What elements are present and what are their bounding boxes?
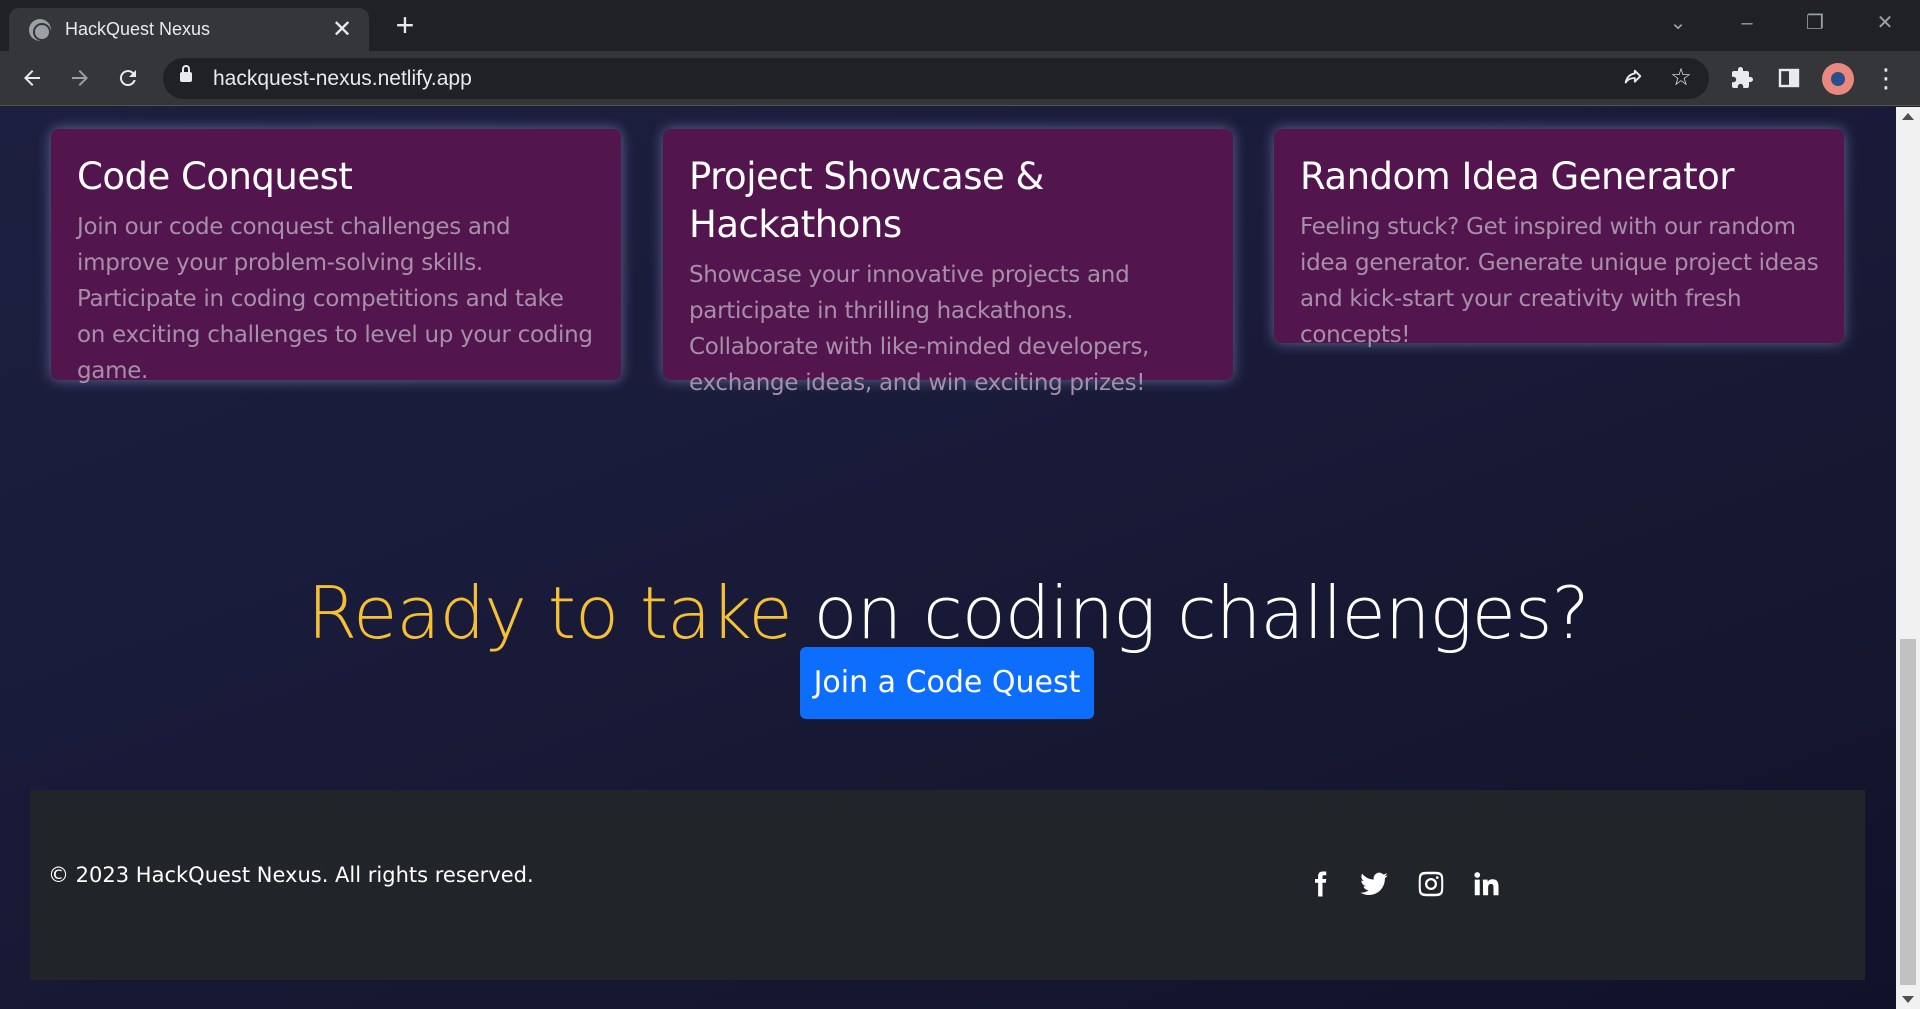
facebook-icon[interactable] (1302, 866, 1338, 902)
linkedin-icon[interactable] (1468, 866, 1504, 902)
browser-tab-strip: HackQuest Nexus ✕ + ⌄ – ❐ ✕ (0, 0, 1920, 51)
profile-avatar[interactable] (1822, 63, 1854, 95)
tab-close-button[interactable]: ✕ (327, 15, 357, 45)
feature-card-code-conquest: Code Conquest Join our code conquest cha… (51, 129, 621, 384)
site-footer: © 2023 HackQuest Nexus. All rights reser… (30, 790, 1865, 980)
card-text: Join our code conquest challenges and im… (77, 214, 593, 384)
card-text: Showcase your innovative projects and pa… (689, 262, 1150, 396)
card-title: Code Conquest (77, 155, 353, 198)
scroll-up-arrow-icon[interactable] (1896, 107, 1920, 127)
feature-card-random-idea: Random Idea Generator Feeling stuck? Get… (1274, 129, 1844, 348)
scrollbar-thumb[interactable] (1900, 639, 1916, 985)
cta-heading: Ready to take on coding challenges? (0, 568, 1896, 658)
star-icon[interactable]: ☆ (1665, 62, 1697, 94)
twitter-icon[interactable] (1356, 866, 1392, 902)
kebab-menu-icon[interactable]: ⋮ (1868, 60, 1904, 96)
forward-button[interactable] (62, 60, 98, 96)
puzzle-icon (1732, 67, 1753, 88)
side-panel-button[interactable] (1771, 60, 1807, 96)
browser-tab[interactable]: HackQuest Nexus ✕ (9, 8, 369, 51)
arrow-right-icon (72, 70, 88, 86)
share-icon[interactable] (1617, 62, 1649, 94)
arrow-left-icon (24, 70, 40, 86)
tab-title: HackQuest Nexus (65, 19, 211, 39)
page-viewport: Code Conquest Join our code conquest cha… (0, 107, 1896, 1009)
card-text: Feeling stuck? Get inspired with our ran… (1300, 214, 1819, 348)
new-tab-button[interactable]: + (390, 9, 420, 41)
join-code-quest-button[interactable]: Join a Code Quest (800, 647, 1094, 719)
scroll-down-arrow-icon[interactable] (1896, 989, 1920, 1009)
cta-heading-accent: Ready to take (307, 571, 792, 655)
card-title: Project Showcase & Hackathons (689, 155, 1044, 246)
side-panel-icon (1778, 68, 1800, 88)
lock-icon (180, 65, 192, 82)
vertical-scrollbar[interactable] (1896, 107, 1920, 1009)
url-text: hackquest-nexus.netlify.app (213, 67, 472, 90)
restore-icon[interactable]: ❐ (1795, 6, 1835, 40)
feature-card-project-showcase: Project Showcase & Hackathons Showcase y… (663, 129, 1233, 396)
reload-icon (119, 70, 136, 87)
extensions-button[interactable] (1724, 60, 1760, 96)
minimize-icon[interactable]: – (1727, 6, 1767, 40)
window-close-icon[interactable]: ✕ (1865, 6, 1905, 40)
instagram-icon[interactable] (1413, 866, 1449, 902)
address-bar[interactable]: hackquest-nexus.netlify.app ☆ (163, 58, 1709, 99)
browser-toolbar: hackquest-nexus.netlify.app ☆ ⋮ (0, 51, 1920, 106)
reload-button[interactable] (110, 60, 146, 96)
globe-icon (29, 18, 51, 41)
back-button[interactable] (14, 60, 50, 96)
cta-heading-rest: on coding challenges? (791, 571, 1590, 655)
card-title: Random Idea Generator (1300, 155, 1734, 198)
tab-search-icon[interactable]: ⌄ (1658, 6, 1698, 40)
copyright-text: © 2023 HackQuest Nexus. All rights reser… (48, 863, 534, 887)
